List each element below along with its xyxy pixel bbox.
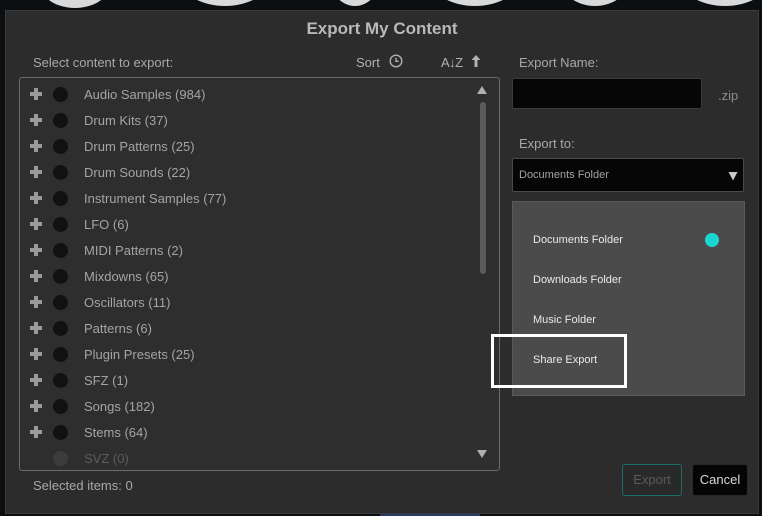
- list-item-label: SFZ (1): [84, 373, 129, 388]
- select-radio[interactable]: [53, 321, 68, 336]
- export-name-label: Export Name:: [519, 55, 599, 70]
- content-list[interactable]: Audio Samples (984) Drum Kits (37) Drum Pa…: [19, 77, 500, 471]
- list-item-label: Plugin Presets (25): [84, 347, 195, 362]
- arrow-up-icon[interactable]: [470, 54, 482, 68]
- list-item-label: Drum Kits (37): [84, 113, 168, 128]
- background-shape: [430, 0, 520, 6]
- list-item: SVZ (0): [20, 446, 475, 470]
- chevron-down-icon: [728, 172, 738, 181]
- list-item[interactable]: Drum Patterns (25): [20, 134, 475, 160]
- dialog-title: Export My Content: [306, 19, 458, 38]
- list-item[interactable]: LFO (6): [20, 212, 475, 238]
- expand-plus-icon[interactable]: [30, 244, 42, 256]
- export-to-label: Export to:: [519, 136, 575, 151]
- expand-plus-icon[interactable]: [30, 88, 42, 100]
- menu-item-downloads-folder[interactable]: Downloads Folder: [533, 274, 622, 286]
- select-radio[interactable]: [53, 165, 68, 180]
- select-radio: [53, 451, 68, 466]
- menu-item-documents-folder[interactable]: Documents Folder: [533, 234, 623, 246]
- list-item[interactable]: Plugin Presets (25): [20, 342, 475, 368]
- select-radio[interactable]: [53, 243, 68, 258]
- select-radio[interactable]: [53, 217, 68, 232]
- list-item[interactable]: Mixdowns (65): [20, 264, 475, 290]
- list-item-label: Mixdowns (65): [84, 269, 169, 284]
- expand-plus-icon[interactable]: [30, 322, 42, 334]
- background-shape: [560, 0, 630, 6]
- list-item[interactable]: SFZ (1): [20, 368, 475, 394]
- share-export-highlight: [491, 334, 627, 388]
- list-item-label: Patterns (6): [84, 321, 152, 336]
- sort-alphabetical-button[interactable]: A↓Z: [441, 55, 463, 70]
- select-radio[interactable]: [53, 269, 68, 284]
- expand-plus-icon[interactable]: [30, 114, 42, 126]
- list-item[interactable]: Drum Kits (37): [20, 108, 475, 134]
- list-item[interactable]: Stems (64): [20, 420, 475, 446]
- scroll-down-arrow-icon[interactable]: [476, 448, 488, 460]
- list-item[interactable]: Oscillators (11): [20, 290, 475, 316]
- list-item-label: Stems (64): [84, 425, 148, 440]
- list-item-label: Songs (182): [84, 399, 155, 414]
- export-dialog: Export My Content Select content to expo…: [5, 10, 759, 514]
- list-item-label: LFO (6): [84, 217, 129, 232]
- select-radio[interactable]: [53, 87, 68, 102]
- export-destination-select[interactable]: Documents Folder: [512, 158, 744, 192]
- list-item-label: Drum Sounds (22): [84, 165, 191, 180]
- expand-plus-icon[interactable]: [30, 270, 42, 282]
- list-item-label: SVZ (0): [84, 451, 129, 466]
- select-radio[interactable]: [53, 373, 68, 388]
- cancel-button[interactable]: Cancel: [692, 464, 748, 496]
- list-item[interactable]: Drum Sounds (22): [20, 160, 475, 186]
- select-content-label: Select content to export:: [33, 55, 174, 70]
- list-item[interactable]: Patterns (6): [20, 316, 475, 342]
- scroll-up-arrow-icon[interactable]: [476, 84, 488, 96]
- expand-plus-icon[interactable]: [30, 426, 42, 438]
- zip-extension-label: .zip: [718, 88, 739, 103]
- list-item-label: Oscillators (11): [84, 295, 171, 310]
- select-radio[interactable]: [53, 347, 68, 362]
- background-shape: [680, 0, 762, 6]
- expand-plus-icon[interactable]: [30, 374, 42, 386]
- list-item-label: Instrument Samples (77): [84, 191, 227, 206]
- background-shape: [40, 0, 110, 8]
- export-button[interactable]: Export: [622, 464, 682, 496]
- select-radio[interactable]: [53, 139, 68, 154]
- selected-indicator-icon: [705, 233, 719, 247]
- list-item[interactable]: Audio Samples (984): [20, 82, 475, 108]
- select-radio[interactable]: [53, 191, 68, 206]
- selected-items-count: Selected items: 0: [33, 478, 133, 493]
- expand-plus-icon[interactable]: [30, 140, 42, 152]
- select-radio[interactable]: [53, 295, 68, 310]
- sort-by-date-label[interactable]: Sort: [356, 55, 380, 70]
- select-radio[interactable]: [53, 399, 68, 414]
- list-item-label: MIDI Patterns (2): [84, 243, 183, 258]
- list-item[interactable]: MIDI Patterns (2): [20, 238, 475, 264]
- expand-plus-icon[interactable]: [30, 166, 42, 178]
- background-shape: [330, 0, 380, 6]
- scrollbar-thumb[interactable]: [480, 102, 486, 274]
- list-item[interactable]: Songs (182): [20, 394, 475, 420]
- export-name-input[interactable]: [512, 78, 702, 109]
- expand-plus-icon[interactable]: [30, 400, 42, 412]
- expand-plus-icon[interactable]: [30, 348, 42, 360]
- export-destination-value: Documents Folder: [519, 169, 609, 181]
- list-item-label: Drum Patterns (25): [84, 139, 195, 154]
- menu-item-music-folder[interactable]: Music Folder: [533, 314, 596, 326]
- background-shape: [180, 0, 270, 6]
- expand-plus-icon[interactable]: [30, 192, 42, 204]
- select-radio[interactable]: [53, 113, 68, 128]
- list-item-label: Audio Samples (984): [84, 87, 206, 102]
- expand-plus-icon[interactable]: [30, 218, 42, 230]
- select-radio[interactable]: [53, 425, 68, 440]
- list-item[interactable]: Instrument Samples (77): [20, 186, 475, 212]
- expand-plus-icon[interactable]: [30, 296, 42, 308]
- clock-icon[interactable]: [389, 54, 403, 68]
